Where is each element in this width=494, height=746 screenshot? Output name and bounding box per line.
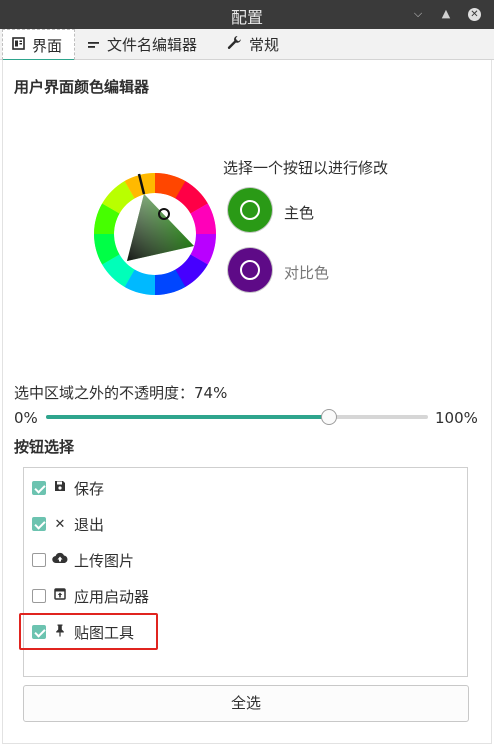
button-selection-title: 按钮选择 bbox=[14, 438, 75, 456]
opacity-slider-fill bbox=[46, 415, 329, 419]
list-item-label: 上传图片 bbox=[74, 551, 135, 570]
opacity-label: 选中区域之外的不透明度：74% bbox=[14, 384, 228, 402]
upload-image-checkbox[interactable] bbox=[32, 553, 46, 567]
list-item[interactable]: 保存 bbox=[24, 473, 467, 503]
tab-interface[interactable]: 界面 bbox=[2, 29, 75, 61]
tab-filename-editor[interactable]: 文件名编辑器 bbox=[88, 29, 197, 60]
color-wheel[interactable] bbox=[94, 173, 216, 295]
tab-bar: 界面 文件名编辑器 常规 bbox=[0, 29, 494, 61]
save-icon bbox=[52, 480, 68, 496]
opacity-slider-handle[interactable] bbox=[320, 409, 337, 425]
main-color-ring-icon bbox=[240, 200, 260, 220]
close-x-icon: ✕ bbox=[54, 516, 66, 532]
opacity-slider[interactable] bbox=[46, 415, 428, 419]
select-button-prompt: 选择一个按钮以进行修改 bbox=[223, 159, 389, 177]
list-item[interactable]: 上传图片 bbox=[24, 545, 467, 575]
tab-label: 界面 bbox=[32, 36, 63, 55]
minimize-icon[interactable]: ⌵ bbox=[410, 6, 426, 22]
exit-checkbox[interactable] bbox=[32, 517, 46, 531]
main-color-label: 主色 bbox=[284, 204, 315, 222]
wrench-icon bbox=[227, 35, 242, 54]
opacity-max-label: 100% bbox=[435, 409, 478, 427]
selection-highlight-box bbox=[19, 613, 158, 650]
main-color-button[interactable] bbox=[228, 188, 272, 232]
tab-label: 文件名编辑器 bbox=[107, 36, 198, 54]
interface-icon bbox=[12, 36, 25, 54]
app-launcher-icon bbox=[52, 588, 68, 604]
tab-label: 常规 bbox=[249, 36, 280, 54]
contrast-color-label: 对比色 bbox=[284, 264, 330, 282]
text-lines-icon bbox=[88, 36, 100, 54]
save-checkbox[interactable] bbox=[32, 481, 46, 495]
cloud-upload-icon bbox=[52, 552, 68, 568]
tab-general[interactable]: 常规 bbox=[227, 29, 279, 60]
app-launcher-checkbox[interactable] bbox=[32, 589, 46, 603]
close-icon[interactable]: ✕ bbox=[468, 8, 481, 21]
ui-color-editor-title: 用户界面颜色编辑器 bbox=[14, 78, 150, 96]
list-item-label: 保存 bbox=[74, 479, 105, 498]
contrast-color-ring-icon bbox=[240, 260, 260, 280]
opacity-min-label: 0% bbox=[14, 409, 38, 427]
title-bar: 配置 ⌵ ▲ ✕ bbox=[0, 0, 494, 29]
select-all-button[interactable]: 全选 bbox=[23, 685, 469, 722]
list-item-label: 退出 bbox=[74, 515, 105, 534]
list-item[interactable]: 应用启动器 bbox=[24, 581, 467, 611]
maximize-icon[interactable]: ▲ bbox=[438, 6, 454, 22]
list-item-label: 应用启动器 bbox=[74, 587, 150, 606]
list-item[interactable]: ✕ 退出 bbox=[24, 509, 467, 539]
contrast-color-button[interactable] bbox=[228, 248, 272, 292]
